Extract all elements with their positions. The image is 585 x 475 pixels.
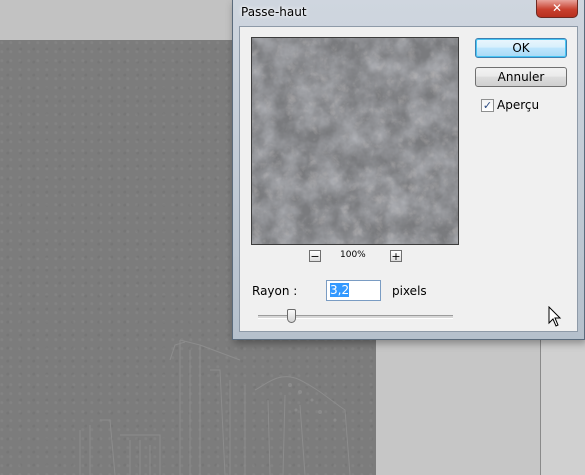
zoom-out-button[interactable]: − — [309, 250, 321, 262]
radius-value: 3,2 — [330, 283, 350, 297]
preview-checkbox-label[interactable]: Aperçu — [497, 98, 539, 112]
dialog-title: Passe-haut — [241, 5, 307, 19]
dialog-body: − 100% + OK Annuler ✓ Aperçu Rayon : 3,2… — [239, 26, 578, 332]
ok-button[interactable]: OK — [475, 38, 567, 58]
plus-icon: + — [391, 250, 401, 263]
preview-image — [252, 38, 458, 244]
preview-checkbox[interactable]: ✓ — [481, 99, 494, 112]
close-icon: ✕ — [551, 1, 563, 15]
radius-unit: pixels — [392, 284, 427, 298]
radius-slider-thumb[interactable] — [286, 309, 296, 323]
checkmark-icon: ✓ — [482, 99, 493, 112]
radius-input[interactable]: 3,2 — [326, 280, 381, 301]
arrow-cursor-icon — [548, 306, 562, 327]
zoom-in-button[interactable]: + — [390, 250, 402, 262]
workspace-panel — [376, 340, 540, 475]
high-pass-dialog: Passe-haut ✕ − 100% + OK Annuler ✓ Aperç… — [232, 0, 585, 340]
zoom-level: 100% — [340, 250, 366, 260]
close-button[interactable]: ✕ — [536, 0, 578, 18]
filter-preview[interactable] — [251, 37, 459, 245]
radius-label: Rayon : — [252, 284, 298, 298]
cancel-button[interactable]: Annuler — [475, 67, 567, 87]
dialog-titlebar[interactable]: Passe-haut ✕ — [233, 0, 584, 26]
minus-icon: − — [310, 250, 320, 263]
